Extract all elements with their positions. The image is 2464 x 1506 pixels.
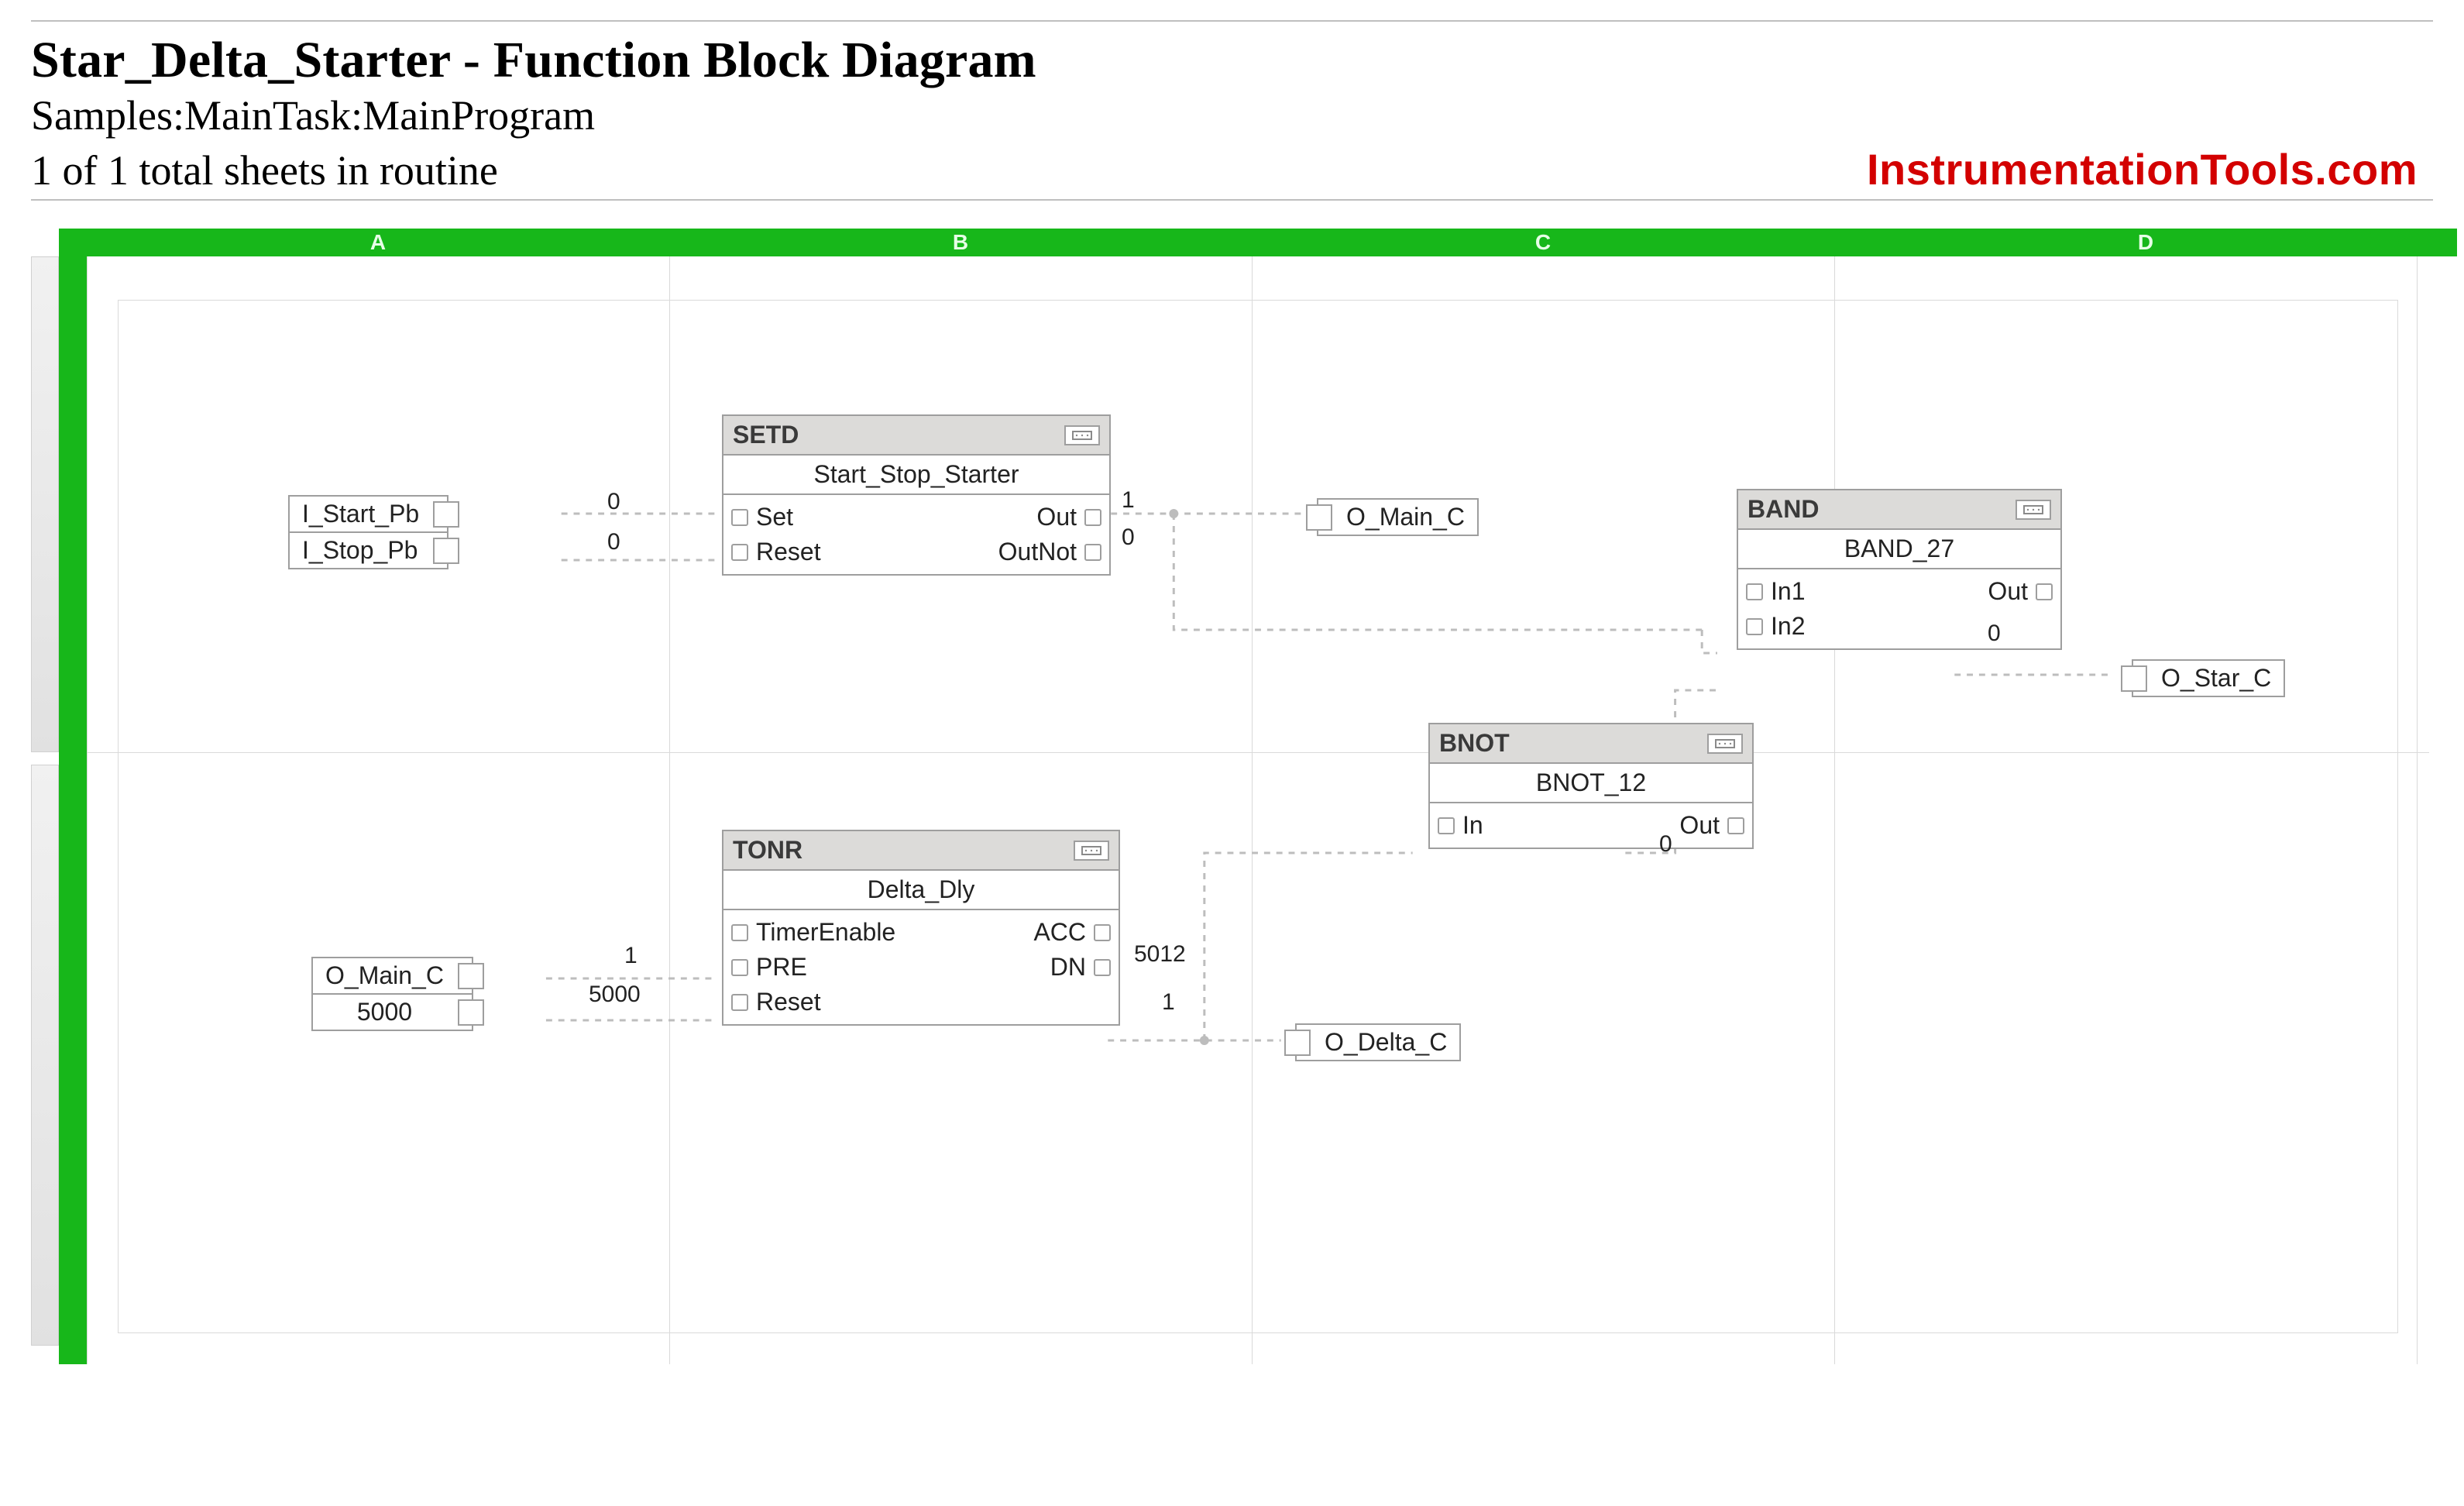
val-i-start: 0	[607, 489, 620, 515]
row-sep-1	[87, 752, 2429, 753]
tag-o-delta-c[interactable]: O_Delta_C	[1295, 1023, 1461, 1061]
tag-preset[interactable]: 5000	[311, 995, 473, 1031]
block-tonr-type: TONR	[733, 836, 802, 865]
block-band-header: BAND	[1738, 490, 2060, 530]
inner-frame	[118, 300, 2398, 1333]
tag-o-main-c-in[interactable]: O_Main_C	[311, 957, 473, 995]
col-A: A	[87, 229, 669, 256]
val-band-out: 0	[1988, 621, 2001, 647]
block-setd-body: Set Out Reset OutNot	[723, 495, 1109, 574]
row-label: 2	[40, 1044, 50, 1068]
row-gutter: 1 2	[31, 229, 59, 1364]
page: Star_Delta_Starter - Function Block Diag…	[0, 0, 2464, 1364]
row-2: 2	[31, 765, 59, 1346]
val-preset: 5000	[589, 982, 641, 1008]
pin-in2[interactable]	[1746, 618, 1763, 635]
block-setd[interactable]: SETD Start_Stop_Starter Set Out	[722, 414, 1111, 576]
block-props-icon[interactable]	[1074, 841, 1109, 861]
tag-o-star-c[interactable]: O_Star_C	[2132, 659, 2285, 697]
block-bnot-type: BNOT	[1439, 729, 1510, 758]
row-label: 1	[40, 493, 50, 517]
pin-outnot[interactable]	[1084, 544, 1101, 561]
block-bnot-instance: BNOT_12	[1430, 764, 1752, 803]
block-tonr[interactable]: TONR Delta_Dly TimerEnable ACC	[722, 830, 1120, 1026]
val-tonr-acc: 5012	[1134, 941, 1186, 968]
pin-timerenable[interactable]	[731, 924, 748, 941]
pin-in1[interactable]	[1746, 583, 1763, 600]
val-o-main-c: 1	[624, 943, 637, 969]
val-i-stop: 0	[607, 529, 620, 555]
sheets-text: 1 of 1 total sheets in routine	[31, 146, 498, 194]
input-tags-1: I_Start_Pb I_Stop_Pb	[288, 495, 448, 569]
page-subtitle: Samples:MainTask:MainProgram	[31, 91, 2433, 139]
pin-set[interactable]	[731, 509, 748, 526]
pin-pre[interactable]	[731, 959, 748, 976]
val-bnot-out: 0	[1659, 831, 1672, 858]
brand-watermark: InstrumentationTools.com	[1867, 144, 2433, 194]
val-tonr-dn: 1	[1162, 989, 1175, 1016]
page-title: Star_Delta_Starter - Function Block Diag…	[31, 31, 2433, 90]
block-props-icon[interactable]	[1064, 425, 1100, 445]
block-bnot[interactable]: BNOT BNOT_12 In Out	[1428, 723, 1754, 849]
block-band-instance: BAND_27	[1738, 530, 2060, 569]
block-band[interactable]: BAND BAND_27 In1 Out I	[1737, 489, 2062, 650]
pin-dn[interactable]	[1094, 959, 1111, 976]
val-setd-outnot: 0	[1122, 524, 1135, 551]
tag-i-stop[interactable]: I_Stop_Pb	[288, 533, 448, 569]
block-tonr-instance: Delta_Dly	[723, 871, 1119, 910]
tag-o-main-c[interactable]: O_Main_C	[1317, 498, 1479, 536]
rule-bottom	[31, 199, 2433, 201]
col-D: D	[1834, 229, 2457, 256]
block-bnot-header: BNOT	[1430, 724, 1752, 764]
col-B: B	[669, 229, 1252, 256]
pin-reset2[interactable]	[731, 994, 748, 1011]
block-tonr-header: TONR	[723, 831, 1119, 871]
block-setd-instance: Start_Stop_Starter	[723, 456, 1109, 495]
canvas-wrap: 1 2 A B C D	[31, 229, 2433, 1364]
pin-acc[interactable]	[1094, 924, 1111, 941]
block-props-icon[interactable]	[2016, 500, 2051, 520]
row-1: 1	[31, 256, 59, 752]
block-props-icon[interactable]	[1707, 734, 1743, 754]
rule-top	[31, 20, 2433, 22]
block-setd-type: SETD	[733, 421, 799, 449]
tag-i-start[interactable]: I_Start_Pb	[288, 495, 448, 533]
canvas[interactable]: A B C D	[59, 229, 2429, 1364]
col-C: C	[1252, 229, 1834, 256]
pin-bnot-in[interactable]	[1438, 817, 1455, 834]
input-tags-2: O_Main_C 5000	[311, 957, 473, 1031]
canvas-bg: I_Start_Pb I_Stop_Pb 0 0 SETD	[87, 256, 2429, 1364]
sheets-row: 1 of 1 total sheets in routine Instrumen…	[31, 144, 2433, 194]
pin-reset[interactable]	[731, 544, 748, 561]
pin-bnot-out[interactable]	[1727, 817, 1744, 834]
val-setd-out: 1	[1122, 487, 1135, 514]
pin-out[interactable]	[1084, 509, 1101, 526]
block-band-type: BAND	[1747, 495, 1819, 524]
block-setd-header: SETD	[723, 416, 1109, 456]
pin-band-out[interactable]	[2036, 583, 2053, 600]
